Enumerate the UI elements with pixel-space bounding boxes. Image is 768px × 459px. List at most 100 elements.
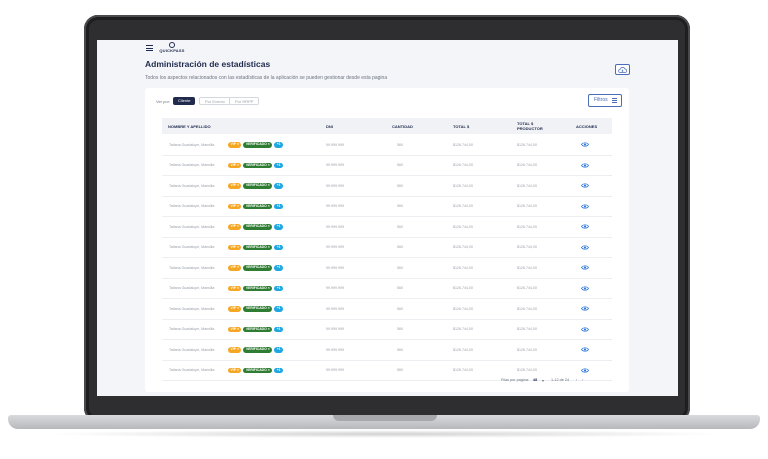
eye-icon[interactable] (581, 368, 589, 373)
cell-dni: 99.999.999 (326, 163, 344, 168)
logo-text: QUICKPASS (159, 48, 185, 53)
table-row: Tatiana Guadalupe, Mansilla VIP × VERIFICA… (162, 156, 612, 176)
extra-badge[interactable]: +1 (274, 162, 284, 168)
cell-dni: 99.999.999 (326, 327, 344, 332)
chip-por-evento[interactable]: Por Evento (199, 97, 231, 105)
badges: VIP × VERIFICADO × +1 (228, 320, 285, 340)
laptop-notch (333, 415, 437, 421)
verified-badge: VERIFICADO × (243, 162, 273, 168)
cell-dni: 99.999.999 (326, 368, 344, 373)
verified-badge: VERIFICADO × (243, 142, 273, 148)
eye-icon[interactable] (581, 306, 589, 311)
cell-cantidad: 560 (397, 347, 403, 352)
extra-badge[interactable]: +1 (274, 285, 284, 291)
view-action[interactable] (581, 135, 589, 155)
table-row: Tatiana Guadalupe, Mansilla VIP × VERIFICA… (162, 238, 612, 258)
view-action[interactable] (581, 217, 589, 237)
cell-total-productor: $126.744,00 (517, 347, 537, 352)
cell-total: $126.744,00 (453, 265, 473, 270)
cell-total-productor: $126.744,00 (517, 204, 537, 209)
prev-page-icon[interactable]: ‹ (576, 378, 577, 382)
chip-cliente[interactable]: Cliente (173, 97, 196, 105)
extra-badge[interactable]: +1 (274, 203, 284, 209)
eye-icon[interactable] (581, 163, 589, 168)
view-action[interactable] (581, 320, 589, 340)
eye-icon[interactable] (581, 265, 589, 270)
extra-badge[interactable]: +1 (274, 142, 284, 148)
cell-cantidad: 560 (397, 183, 403, 188)
view-action[interactable] (581, 197, 589, 217)
page-range: 1-12 de 24 (551, 378, 570, 382)
verified-badge: VERIFICADO × (243, 326, 273, 332)
page-subtitle: Todos los aspectos relacionados con las … (145, 75, 388, 81)
eye-icon[interactable] (581, 245, 589, 250)
view-action[interactable] (581, 156, 589, 176)
cell-name: Tatiana Guadalupe, Mansilla (169, 327, 215, 332)
eye-icon[interactable] (581, 286, 589, 291)
table-row: Tatiana Guadalupe, Mansilla VIP × VERIFICA… (162, 320, 612, 340)
verified-badge: VERIFICADO × (243, 183, 273, 189)
cell-dni: 99.999.999 (326, 306, 344, 311)
extra-badge[interactable]: +1 (274, 224, 284, 230)
badges: VIP × VERIFICADO × +1 (228, 217, 285, 237)
cloud-download-icon (618, 66, 627, 73)
extra-badge[interactable]: +1 (274, 183, 284, 189)
cell-cantidad: 560 (397, 142, 403, 147)
extra-badge[interactable]: +1 (274, 347, 284, 353)
view-action[interactable] (581, 340, 589, 360)
app-logo[interactable]: QUICKPASS (157, 42, 187, 53)
filters-button[interactable]: Filtros (588, 94, 622, 107)
table-header: NOMBRE Y APELLIDO DNI CANTIDAD TOTAL $ T… (162, 118, 612, 134)
view-action[interactable] (581, 299, 589, 319)
eye-icon[interactable] (581, 327, 589, 332)
cell-dni: 99.999.999 (326, 265, 344, 270)
badges: VIP × VERIFICADO × +1 (228, 279, 285, 299)
eye-icon[interactable] (581, 142, 589, 147)
col-total-productor[interactable]: TOTAL $ PRODUCTOR (517, 118, 549, 134)
col-total[interactable]: TOTAL $ (453, 118, 469, 134)
view-action[interactable] (581, 258, 589, 278)
rows-per-page-select[interactable]: 48 (533, 378, 537, 382)
menu-icon[interactable] (146, 45, 153, 51)
extra-badge[interactable]: +1 (274, 244, 284, 250)
vip-badge: VIP × (228, 367, 242, 373)
cell-name: Tatiana Guadalupe, Mansilla (169, 265, 215, 270)
extra-badge[interactable]: +1 (274, 367, 284, 373)
table-row: Tatiana Guadalupe, Mansilla VIP × VERIFICA… (162, 299, 612, 320)
view-action[interactable] (581, 176, 589, 196)
cell-dni: 99.999.999 (326, 142, 344, 147)
filters-button-label: Filtros (594, 97, 608, 103)
eye-icon[interactable] (581, 224, 589, 229)
eye-icon[interactable] (581, 183, 589, 188)
col-cantidad[interactable]: CANTIDAD (392, 118, 413, 134)
view-action[interactable] (581, 238, 589, 258)
view-action[interactable] (581, 279, 589, 299)
extra-badge[interactable]: +1 (274, 265, 284, 271)
chip-por-rrpp[interactable]: Por RRPP (229, 97, 260, 105)
cell-total-productor: $126.744,00 (517, 286, 537, 291)
vip-badge: VIP × (228, 265, 242, 271)
filter-sliders-icon (612, 98, 617, 103)
cell-total: $126.744,00 (453, 163, 473, 168)
eye-icon[interactable] (581, 347, 589, 352)
next-page-icon[interactable]: › (582, 378, 583, 382)
cell-dni: 99.999.999 (326, 286, 344, 291)
cell-total: $126.744,00 (453, 368, 473, 373)
cell-total-productor: $126.744,00 (517, 224, 537, 229)
extra-badge[interactable]: +1 (274, 326, 284, 332)
cell-cantidad: 560 (397, 327, 403, 332)
chevron-down-icon[interactable]: ▾ (542, 378, 544, 383)
cell-total: $126.744,00 (453, 204, 473, 209)
cell-total-productor: $126.744,00 (517, 327, 537, 332)
download-button[interactable] (615, 64, 630, 75)
cell-name: Tatiana Guadalupe, Mansilla (169, 368, 215, 373)
extra-badge[interactable]: +1 (274, 306, 284, 312)
verified-badge: VERIFICADO × (243, 224, 273, 230)
col-nombre[interactable]: NOMBRE Y APELLIDO (168, 118, 211, 134)
eye-icon[interactable] (581, 204, 589, 209)
cell-name: Tatiana Guadalupe, Mansilla (169, 224, 215, 229)
vip-badge: VIP × (228, 326, 242, 332)
col-dni[interactable]: DNI (326, 118, 333, 134)
table-row: Tatiana Guadalupe, Mansilla VIP × VERIFICA… (162, 279, 612, 299)
cell-total: $126.744,00 (453, 327, 473, 332)
